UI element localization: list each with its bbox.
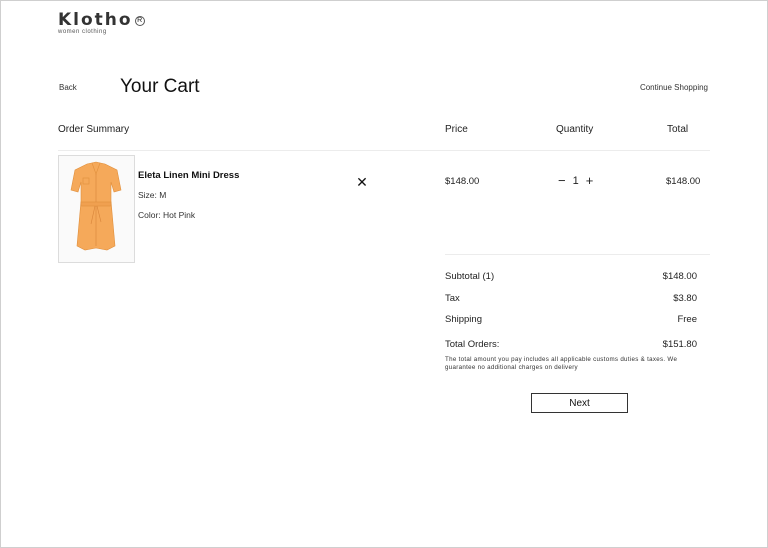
column-header-total: Total <box>667 124 689 135</box>
column-header-order-summary: Order Summary <box>58 124 130 135</box>
tax-row: Tax $3.80 <box>445 293 697 304</box>
total-orders-row: Total Orders: $151.80 <box>445 339 697 350</box>
tax-label: Tax <box>445 293 460 304</box>
shipping-label: Shipping <box>445 314 482 325</box>
product-name[interactable]: Eleta Linen Mini Dress <box>138 170 239 181</box>
tax-value: $3.80 <box>673 293 697 304</box>
brand-logo[interactable]: Klotho R women clothing <box>58 10 145 35</box>
brand-name: Klotho <box>58 10 133 30</box>
item-price: $148.00 <box>445 176 480 187</box>
product-image[interactable] <box>58 155 135 263</box>
subtotal-label: Subtotal (1) <box>445 271 495 282</box>
product-color: Color: Hot Pink <box>138 210 196 220</box>
remove-item-button[interactable]: ✕ <box>356 175 368 189</box>
customs-note: The total amount you pay includes all ap… <box>445 356 678 371</box>
quantity-value: 1 <box>572 175 579 187</box>
shipping-value: Free <box>677 314 697 325</box>
column-header-quantity: Quantity <box>556 124 594 135</box>
page-title: Your Cart <box>120 76 200 97</box>
next-button[interactable]: Next <box>531 393 628 413</box>
continue-shopping-link[interactable]: Continue Shopping <box>640 83 708 92</box>
quantity-stepper: − 1 + <box>558 174 594 187</box>
total-orders-value: $151.80 <box>662 339 697 350</box>
column-header-price: Price <box>445 124 468 135</box>
summary-divider <box>445 254 710 255</box>
back-link[interactable]: Back <box>59 83 77 92</box>
product-size: Size: M <box>138 190 167 200</box>
subtotal-row: Subtotal (1) $148.00 <box>445 271 697 282</box>
header-divider <box>58 150 710 151</box>
shipping-row: Shipping Free <box>445 314 697 325</box>
plus-icon[interactable]: + <box>586 174 594 187</box>
item-total: $148.00 <box>666 176 701 187</box>
total-orders-label: Total Orders: <box>445 339 500 350</box>
close-icon: ✕ <box>356 174 368 190</box>
minus-icon[interactable]: − <box>558 174 566 187</box>
registered-mark: R <box>134 15 145 26</box>
subtotal-value: $148.00 <box>662 271 697 282</box>
